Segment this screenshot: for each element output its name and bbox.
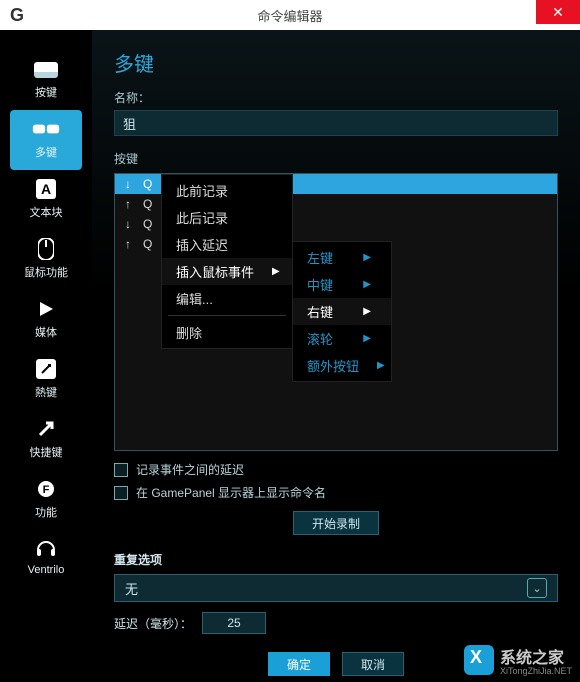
keydown-icon: ↓: [125, 217, 135, 231]
submenu-extra-button[interactable]: 额外按钮▶: [293, 352, 391, 379]
ok-button[interactable]: 确定: [268, 652, 330, 676]
context-menu: 此前记录 此后记录 插入延迟 插入鼠标事件▶ 编辑... 删除 左键▶ 中键▶ …: [161, 174, 293, 349]
keyup-icon: ↑: [125, 197, 135, 211]
hotkey-icon: [32, 358, 60, 380]
menu-record-after[interactable]: 此后记录: [162, 204, 292, 231]
sidebar: 按键 多键 A 文本块 鼠标功能 媒体: [0, 30, 92, 682]
start-record-button[interactable]: 开始录制: [293, 511, 379, 535]
submenu-arrow-icon: ▶: [272, 266, 280, 277]
sidebar-item-hotkey[interactable]: 熱键: [0, 350, 92, 410]
submenu-arrow-icon: ▶: [377, 360, 385, 371]
media-play-icon: [32, 298, 60, 320]
repeat-select[interactable]: 无 ⌄: [114, 574, 558, 602]
sidebar-item-media[interactable]: 媒体: [0, 290, 92, 350]
keyup-icon: ↑: [125, 237, 135, 251]
shortcut-arrow-icon: [32, 418, 60, 440]
main-panel: 多键 名称： 按键 ↓ Q ↑ Q ↓ Q ↑ Q 此前记录: [92, 30, 580, 682]
close-button[interactable]: ✕: [536, 0, 580, 24]
name-label: 名称：: [114, 89, 558, 106]
repeat-value: 无: [125, 579, 138, 598]
sidebar-item-textblock[interactable]: A 文本块: [0, 170, 92, 230]
submenu-wheel[interactable]: 滚轮▶: [293, 325, 391, 352]
gamepanel-label: 在 GamePanel 显示器上显示命令名: [136, 484, 326, 501]
repeat-section-title: 重复选项: [114, 551, 558, 568]
keys-label: 按键: [114, 150, 558, 167]
mouse-icon: [32, 238, 60, 260]
multikey-icon: [32, 118, 60, 140]
submenu-left-button[interactable]: 左键▶: [293, 244, 391, 271]
svg-text:A: A: [41, 181, 51, 197]
submenu-middle-button[interactable]: 中键▶: [293, 271, 391, 298]
submenu-arrow-icon: ▶: [363, 333, 371, 344]
svg-text:F: F: [43, 484, 50, 496]
context-submenu-mouse: 左键▶ 中键▶ 右键▶ 滚轮▶ 额外按钮▶: [292, 241, 392, 382]
record-delay-checkbox[interactable]: [114, 463, 128, 477]
name-input[interactable]: [114, 110, 558, 136]
delay-input[interactable]: [202, 612, 266, 634]
page-title: 多键: [114, 48, 558, 77]
titlebar: G 命令编辑器 ✕: [0, 0, 580, 30]
submenu-arrow-icon: ▶: [363, 252, 371, 263]
key-label: Q: [143, 217, 152, 231]
key-label: Q: [143, 177, 152, 191]
sidebar-item-keystroke[interactable]: 按键: [0, 50, 92, 110]
submenu-arrow-icon: ▶: [363, 279, 371, 290]
record-delay-label: 记录事件之间的延迟: [136, 461, 244, 478]
menu-insert-mouse-event[interactable]: 插入鼠标事件▶: [162, 258, 292, 285]
key-label: Q: [143, 237, 152, 251]
sidebar-item-function[interactable]: F 功能: [0, 470, 92, 530]
menu-record-before[interactable]: 此前记录: [162, 177, 292, 204]
sidebar-item-mouse[interactable]: 鼠标功能: [0, 230, 92, 290]
textblock-icon: A: [32, 178, 60, 200]
headset-icon: [32, 538, 60, 560]
delay-label: 延迟（毫秒）：: [114, 615, 192, 632]
sidebar-item-shortcut[interactable]: 快捷键: [0, 410, 92, 470]
submenu-arrow-icon: ▶: [363, 306, 371, 317]
submenu-right-button[interactable]: 右键▶: [293, 298, 391, 325]
chevron-down-icon: ⌄: [527, 578, 547, 598]
menu-edit[interactable]: 编辑...: [162, 285, 292, 312]
menu-insert-delay[interactable]: 插入延迟: [162, 231, 292, 258]
app-logo: G: [0, 0, 34, 30]
menu-delete[interactable]: 删除: [162, 319, 292, 346]
sidebar-item-ventrilo[interactable]: Ventrilo: [0, 530, 92, 586]
gamepanel-checkbox[interactable]: [114, 486, 128, 500]
menu-separator: [168, 315, 286, 316]
cancel-button[interactable]: 取消: [342, 652, 404, 676]
window-title: 命令编辑器: [0, 6, 580, 25]
gear-icon: F: [32, 478, 60, 500]
sidebar-item-multikey[interactable]: 多键: [10, 110, 82, 170]
app-body: 按键 多键 A 文本块 鼠标功能 媒体: [0, 30, 580, 682]
keys-list[interactable]: ↓ Q ↑ Q ↓ Q ↑ Q 此前记录 此后记录 插入延迟 插入鼠标事件: [114, 173, 558, 451]
key-label: Q: [143, 197, 152, 211]
keydown-icon: ↓: [125, 177, 135, 191]
keystroke-icon: [32, 58, 60, 80]
